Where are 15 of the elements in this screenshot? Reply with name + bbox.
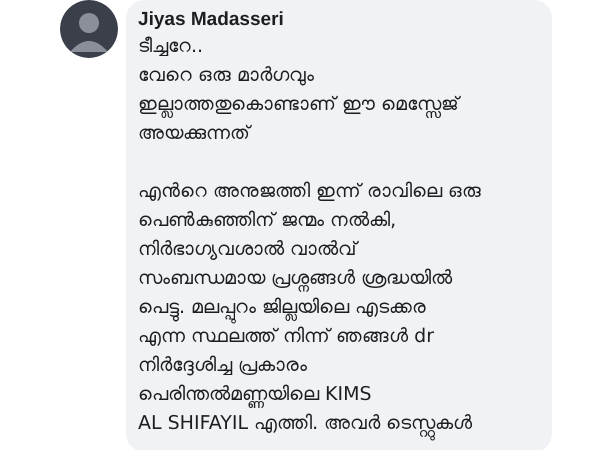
message-line: പെരിന്തൽമണ്ണയിലെ KIMS bbox=[138, 380, 540, 409]
message-line: എൻറെ അനുജത്തി ഇന്ന് രാവിലെ ഒരു bbox=[138, 179, 482, 204]
message-line: AL SHIFAYIL എത്തി. അവർ ടെസ്റ്റുകൾ bbox=[138, 409, 540, 438]
message-line: പെട്ടു. മലപ്പുറം ജില്ലയിലെ എടക്കര bbox=[138, 293, 540, 322]
message-line: നിർഭാഗ്യവശാൽ വാൽവ് bbox=[138, 237, 360, 262]
author-name[interactable]: Jiyas Madasseri bbox=[138, 8, 540, 32]
message-line: അയക്കുന്നത് bbox=[138, 121, 253, 146]
message-line: ടീച്ചറേ.. bbox=[138, 34, 204, 59]
message-line: ഇല്ലാത്തതുകൊണ്ടാണ് ഈ മെസ്സേജ് bbox=[138, 90, 540, 119]
message-line: നിർദ്ദേശിച്ച പ്രകാരം bbox=[138, 353, 308, 378]
message-line: എന്ന സ്ഥലത്ത് നിന്ന് ഞങ്ങൾ dr bbox=[138, 324, 436, 349]
avatar-photo-placeholder[interactable] bbox=[60, 0, 118, 58]
message-line: വേറെ ഒരു മാർഗവും bbox=[138, 63, 316, 88]
message-line: പെൺകുഞ്ഞിന് ജന്മം നൽകി, bbox=[138, 208, 398, 233]
message-line: സംബന്ധമായ പ്രശ്നങ്ങൾ ശ്രദ്ധയിൽ bbox=[138, 264, 540, 293]
